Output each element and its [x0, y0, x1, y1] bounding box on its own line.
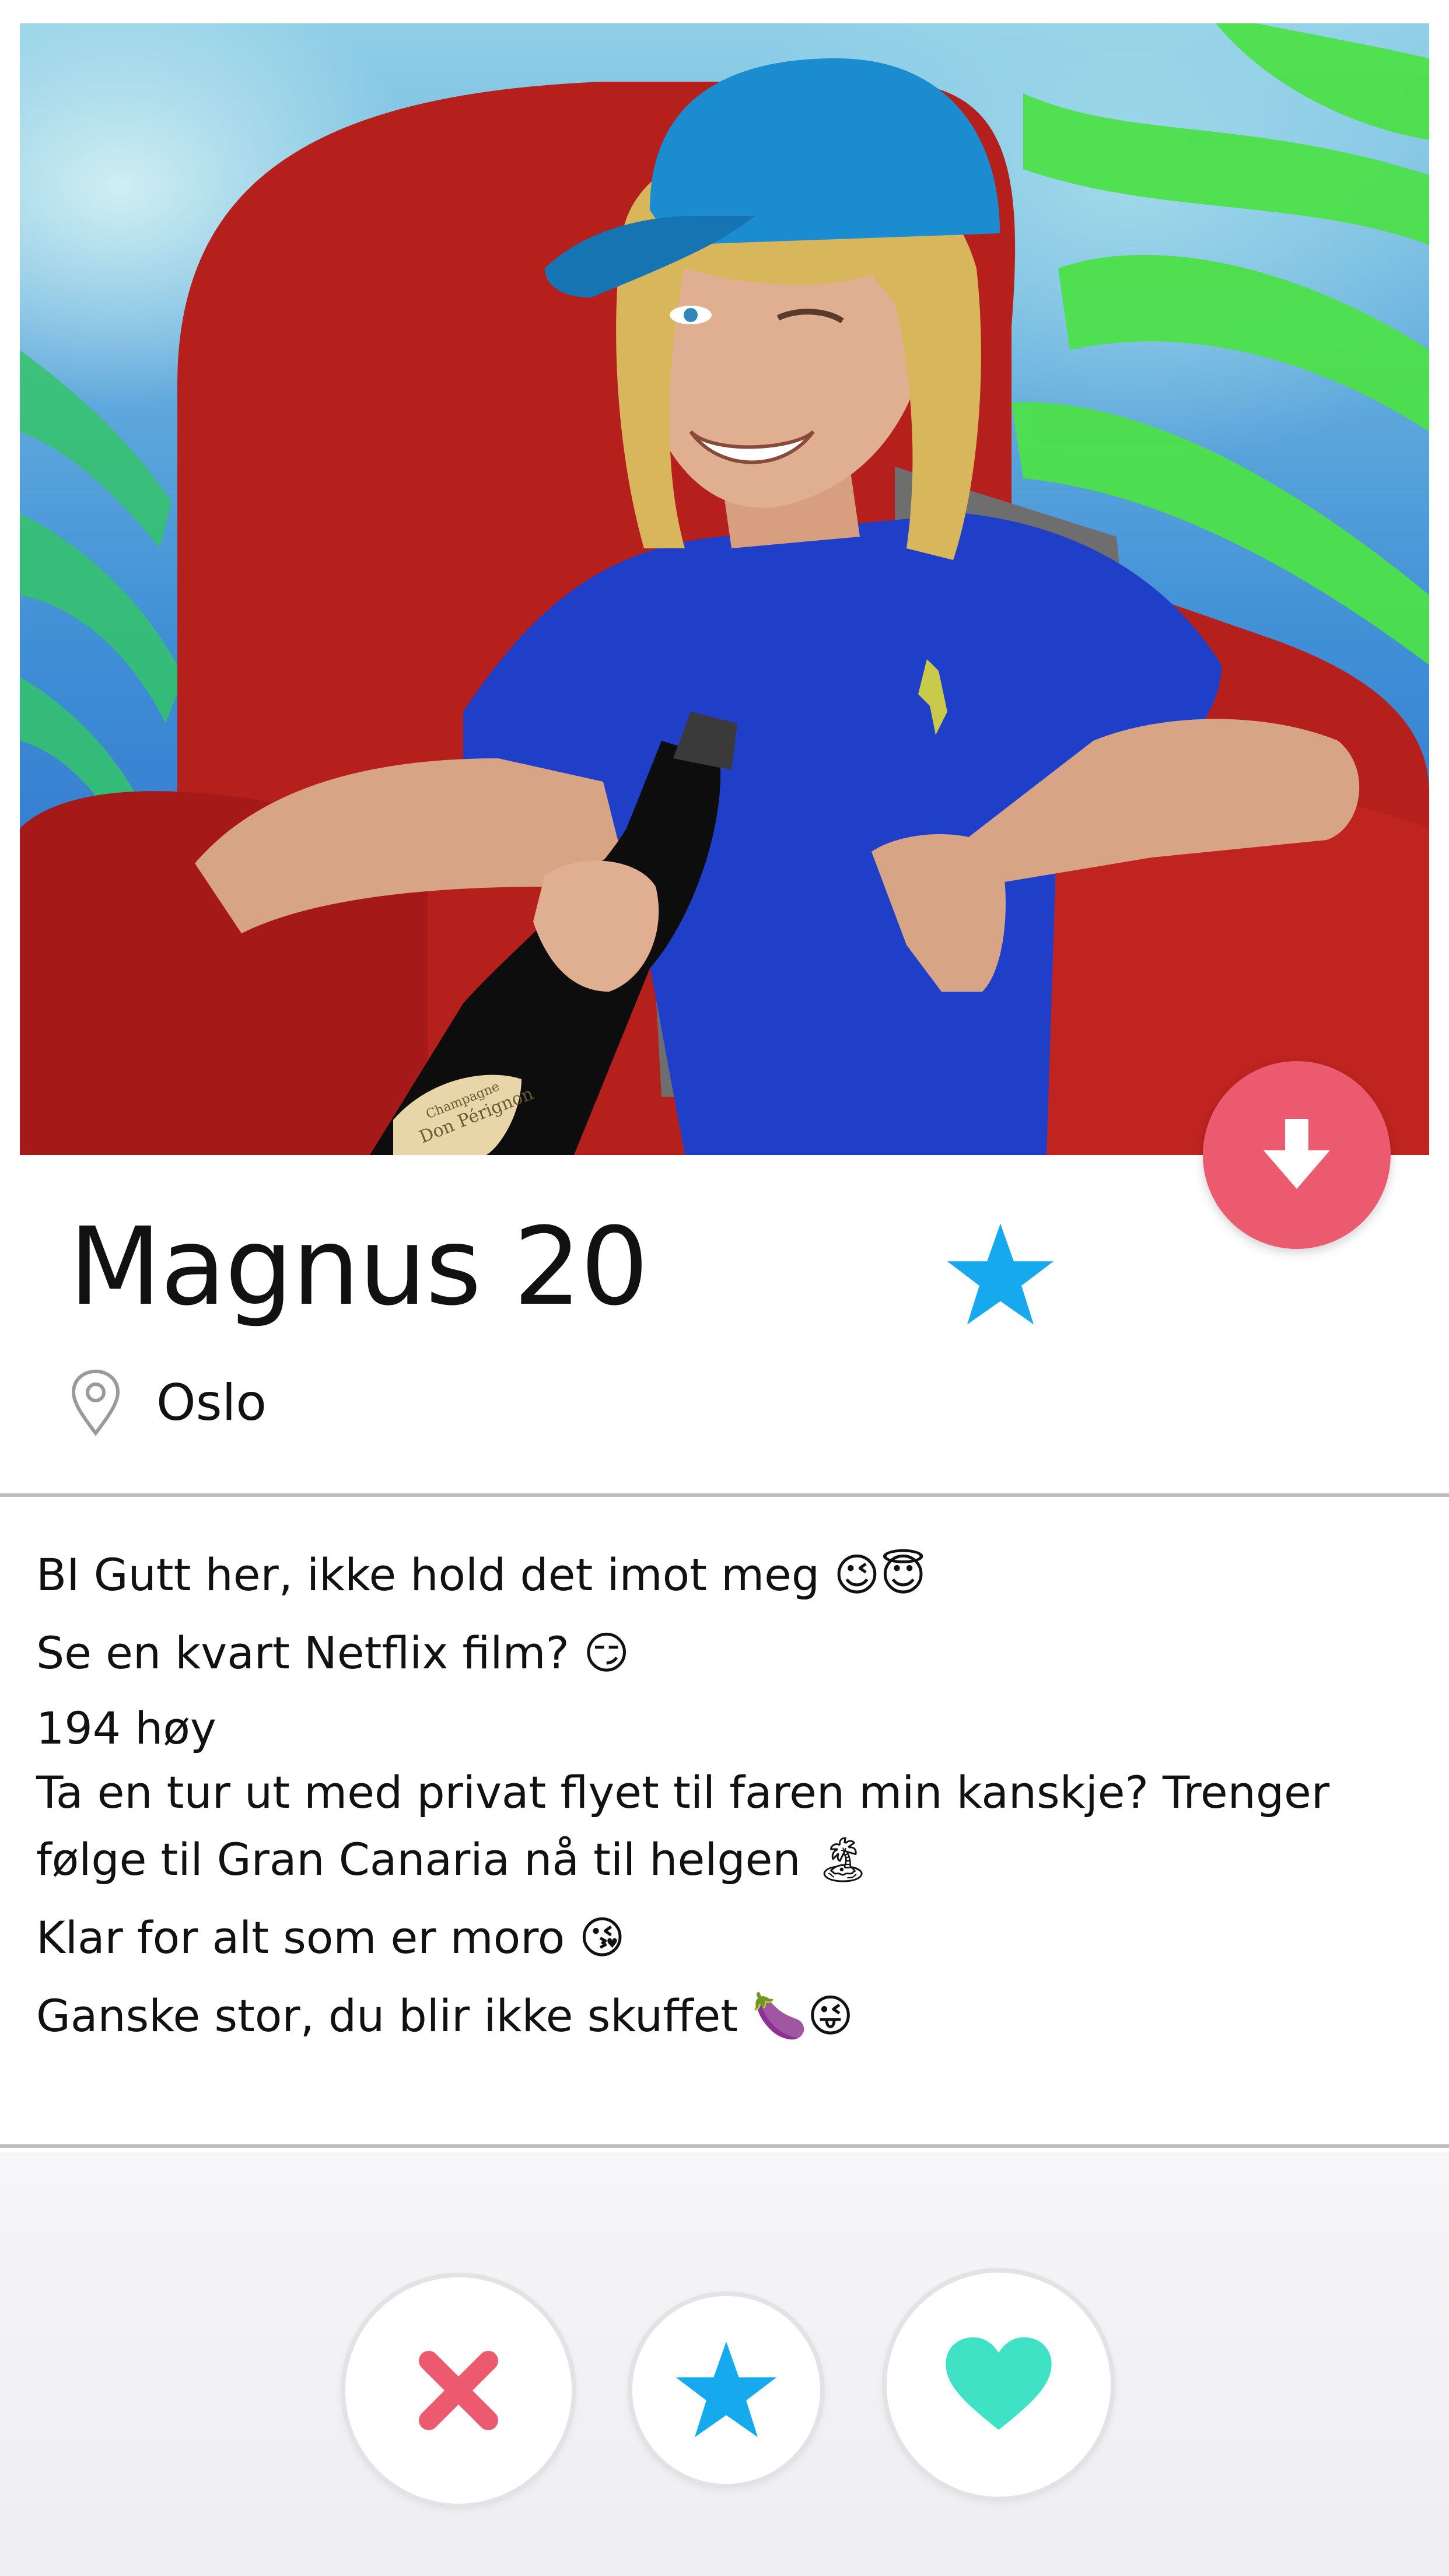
star-icon [676, 2342, 777, 2437]
star-icon [947, 1223, 1054, 1325]
bio-line: følge til Gran Canaria nå til helgen 🏝 [36, 1833, 872, 1885]
profile-location: Oslo [68, 1365, 267, 1441]
profile-name-age: Magnus 20 [69, 1205, 649, 1329]
profile-bio: BI Gutt her, ikke hold det imot meg 😉😇 S… [36, 1540, 1395, 2051]
bio-line: 194 høy [36, 1702, 216, 1754]
like-button[interactable] [882, 2268, 1115, 2501]
bio-line: Se en kvart Netflix film? 😏 [36, 1627, 630, 1679]
profile-illustration: Champagne Don Pérignon [20, 23, 1429, 1155]
nope-button[interactable] [341, 2273, 576, 2508]
x-icon [419, 2351, 498, 2430]
heart-icon [946, 2337, 1052, 2430]
location-city: Oslo [156, 1374, 267, 1432]
profile-photo[interactable]: Champagne Don Pérignon [20, 23, 1429, 1155]
super-like-button[interactable] [628, 2291, 825, 2488]
arrow-down-icon [1264, 1119, 1330, 1189]
map-pin-icon [71, 1369, 120, 1436]
divider-top [0, 1493, 1449, 1497]
divider-bottom [0, 2144, 1449, 2148]
bio-line: BI Gutt her, ikke hold det imot meg 😉😇 [36, 1549, 926, 1601]
download-button[interactable] [1203, 1061, 1391, 1249]
bio-line: Klar for alt som er moro 😘 [36, 1912, 625, 1964]
bio-line: Ganske stor, du blir ikke skuffet 🍆😜 [36, 1990, 854, 2042]
bio-line: Ta en tur ut med privat flyet til faren … [36, 1766, 1330, 1818]
